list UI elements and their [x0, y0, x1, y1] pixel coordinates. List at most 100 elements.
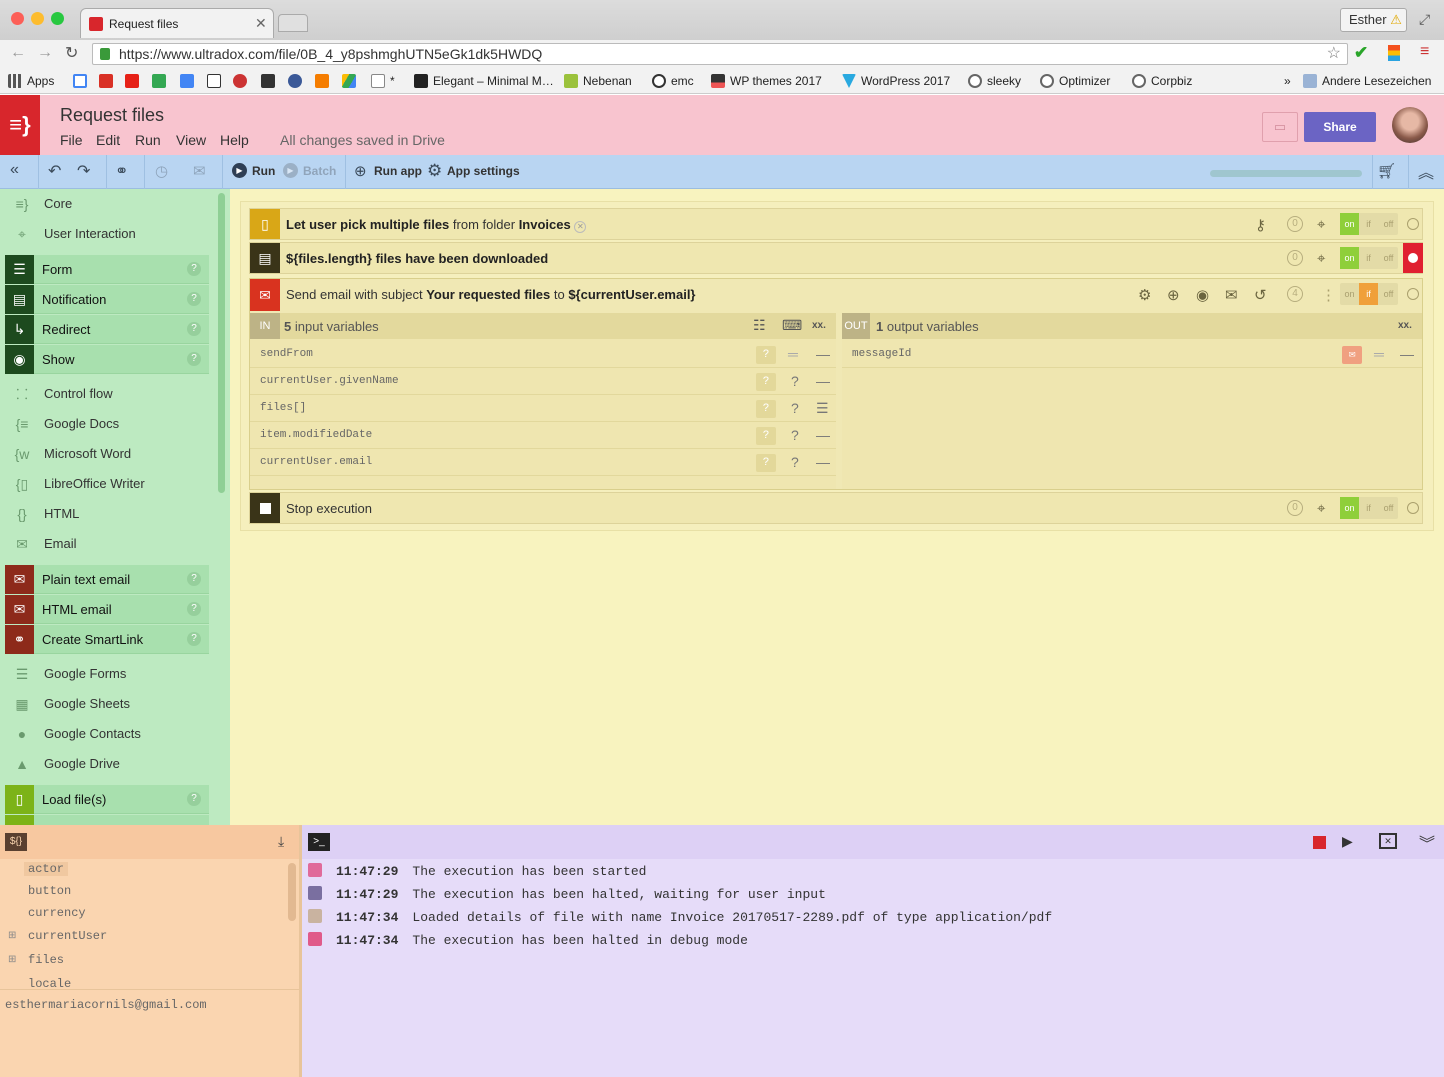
list-lines-icon[interactable]: ☰	[816, 395, 829, 422]
close-window-button[interactable]	[11, 12, 24, 25]
input-row[interactable]: currentUser.givenName?? —	[250, 368, 836, 395]
sidebar-category-core[interactable]: ≡} Core	[0, 189, 214, 219]
email-output-icon[interactable]: ✉	[1342, 346, 1362, 364]
menu-file[interactable]: File	[60, 132, 83, 148]
link-icon[interactable]: ⚭	[115, 161, 128, 181]
statement-send-email[interactable]: ✉ Send email with subject Your requested…	[249, 278, 1423, 490]
help-icon[interactable]: ?	[187, 572, 201, 586]
input-row[interactable]: currentUser.email?? —	[250, 449, 836, 476]
minimize-window-button[interactable]	[31, 12, 44, 25]
preview-eye-icon[interactable]: ◉	[1196, 286, 1209, 304]
xx-button[interactable]: xx.	[812, 320, 826, 331]
tab-close-icon[interactable]: ✕	[255, 15, 267, 32]
key-icon[interactable]: ⚷	[1255, 216, 1266, 234]
expand-icon[interactable]: ⊞	[8, 930, 16, 941]
sidebar-category-user-interaction[interactable]: ⌖ User Interaction	[0, 219, 214, 249]
sidebar-category-google-drive[interactable]: ▲ Google Drive	[0, 749, 214, 779]
run-app-button[interactable]: Run app	[374, 164, 422, 178]
collapse-console-icon[interactable]: ︾	[1419, 830, 1435, 854]
toggle-if[interactable]: if	[1359, 283, 1378, 305]
address-bar[interactable]: https://www.ultradox.com/file/0B_4_y8psh…	[92, 43, 1348, 65]
back-icon[interactable]: ←	[10, 44, 26, 62]
dash-icon[interactable]: —	[1400, 341, 1414, 368]
debug-ring-icon[interactable]	[1407, 502, 1419, 514]
sidebar-item-notification[interactable]: ▤ Notification?	[5, 285, 209, 314]
fullscreen-icon[interactable]: ⤢	[1419, 11, 1430, 28]
keyboard-icon[interactable]: ⌨	[782, 317, 802, 334]
variable-item[interactable]: currentUser	[28, 929, 107, 943]
target-icon[interactable]: ⊕	[1167, 286, 1180, 304]
sidebar-category-libreoffice-writer[interactable]: {▯ LibreOffice Writer	[0, 469, 214, 499]
dash-icon[interactable]: —	[816, 449, 830, 476]
redo-icon[interactable]: ↷	[77, 161, 90, 181]
new-tab-button[interactable]	[278, 14, 308, 32]
help-icon[interactable]: ?	[187, 262, 201, 276]
help-icon[interactable]: ?	[187, 602, 201, 616]
breakpoint-active-marker[interactable]	[1403, 243, 1423, 273]
comments-icon[interactable]: ▭	[1262, 112, 1298, 142]
input-row[interactable]: sendFrom? ═ —	[250, 341, 836, 368]
breakpoint-icon[interactable]: ⌖	[1317, 500, 1325, 517]
menu-edit[interactable]: Edit	[96, 132, 120, 148]
run-button[interactable]: Run	[252, 164, 275, 178]
profile-button[interactable]: Esther ⚠	[1340, 8, 1407, 32]
expand-icon[interactable]: ⊞	[8, 954, 16, 965]
question-icon[interactable]: ?	[756, 454, 776, 472]
input-row[interactable]: files[]?? ☰	[250, 395, 836, 422]
dash-icon[interactable]: —	[816, 368, 830, 395]
reload-icon[interactable]: ↻	[65, 43, 78, 63]
breakpoint-icon[interactable]: ⌖	[1317, 250, 1325, 267]
toggle-off[interactable]: off	[1379, 213, 1398, 235]
question-icon[interactable]: ?	[756, 346, 776, 364]
maximize-window-button[interactable]	[51, 12, 64, 25]
toggle-on[interactable]: on	[1340, 497, 1359, 519]
variables-scrollbar[interactable]	[288, 863, 296, 921]
sidebar-item-form[interactable]: ☰ Form?	[5, 255, 209, 284]
bookmark-star-icon[interactable]: ☆	[1327, 44, 1341, 64]
help-icon[interactable]: ?	[791, 368, 799, 395]
single-line-icon[interactable]: ═	[1374, 341, 1384, 368]
toggle-off[interactable]: off	[1379, 283, 1398, 305]
statement-pick-files[interactable]: ▯ Let user pick multiple files from fold…	[249, 208, 1423, 240]
sidebar-category-google-forms[interactable]: ☰ Google Forms	[0, 659, 214, 689]
help-icon[interactable]: ?	[187, 632, 201, 646]
sidebar-category-email[interactable]: ✉ Email	[0, 529, 214, 559]
app-settings-button[interactable]: App settings	[447, 164, 520, 178]
help-icon[interactable]: ?	[187, 292, 201, 306]
alarm-icon[interactable]: ◷	[155, 162, 168, 180]
sidebar-category-control-flow[interactable]: ⸬ Control flow	[0, 379, 214, 409]
youtube-bookmark-icon[interactable]	[125, 74, 144, 88]
maps-bookmark-icon[interactable]	[152, 74, 171, 88]
send-email-icon[interactable]: ✉	[1225, 286, 1238, 304]
help-icon[interactable]: ?	[187, 792, 201, 806]
toggle-on[interactable]: on	[1340, 213, 1359, 235]
question-icon[interactable]: ?	[756, 373, 776, 391]
sidebar-item-plain-text-email[interactable]: ✉ Plain text email?	[5, 565, 209, 594]
bookmark-sleeky[interactable]: sleeky	[968, 74, 1021, 88]
xx-button[interactable]: xx.	[1398, 320, 1412, 331]
help-icon[interactable]: ?	[791, 422, 799, 449]
document-title[interactable]: Request files	[60, 105, 164, 126]
sidebar-category-google-sheets[interactable]: ▦ Google Sheets	[0, 689, 214, 719]
clear-console-icon[interactable]: ✕	[1379, 833, 1397, 849]
sidebar-item-load-files[interactable]: ▯ Load file(s)?	[5, 785, 209, 814]
sidebar-category-google-docs[interactable]: {≡ Google Docs	[0, 409, 214, 439]
menu-run[interactable]: Run	[135, 132, 161, 148]
variable-item[interactable]: locale	[28, 977, 71, 987]
input-row[interactable]: item.modifiedDate?? —	[250, 422, 836, 449]
bookmark-nebenan[interactable]: Nebenan	[564, 74, 632, 88]
batch-button[interactable]: Batch	[303, 164, 336, 178]
cart-icon[interactable]: 🛒︎	[1377, 162, 1396, 180]
list-icon[interactable]: ☷	[753, 317, 766, 334]
chrome-menu-icon[interactable]: ≡	[1420, 43, 1429, 61]
sidebar-item-show[interactable]: ◉ Show?	[5, 345, 209, 374]
flag-extension-icon[interactable]	[1388, 45, 1400, 61]
breakpoint-icon[interactable]: ⌖	[1317, 216, 1325, 233]
collapse-sidebar-icon[interactable]: «	[10, 161, 19, 179]
question-icon[interactable]: ?	[756, 427, 776, 445]
bookmark-elegant[interactable]: Elegant – Minimal M…	[414, 74, 554, 88]
dash-icon[interactable]: —	[816, 341, 830, 368]
menu-view[interactable]: View	[176, 132, 206, 148]
forward-icon[interactable]: →	[37, 44, 53, 62]
help-icon[interactable]: ?	[791, 449, 799, 476]
